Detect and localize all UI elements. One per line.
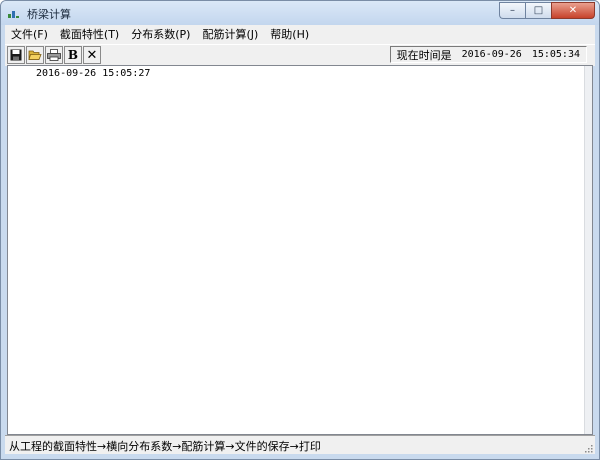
menu-file[interactable]: 文件(F) xyxy=(5,25,54,44)
window-title: 桥梁计算 xyxy=(27,8,71,21)
delete-button[interactable]: ✕ xyxy=(83,46,101,64)
menu-bar: 文件(F) 截面特性(T) 分布系数(P) 配筋计算(J) 帮助(H) xyxy=(5,25,595,44)
log-line: 2016-09-26 15:05:27 xyxy=(36,68,151,79)
print-button[interactable] xyxy=(45,46,63,64)
bold-icon: B xyxy=(67,48,79,62)
menu-reinforcement-calculation[interactable]: 配筋计算(J) xyxy=(196,25,264,44)
status-bar: 从工程的截面特性→横向分布系数→配筋计算→文件的保存→打印 xyxy=(5,435,595,454)
clock-label: 现在时间是 xyxy=(396,48,452,62)
menu-distribution-coefficient[interactable]: 分布系数(P) xyxy=(125,25,196,44)
app-icon xyxy=(8,11,19,18)
close-button[interactable]: ✕ xyxy=(551,2,595,19)
clock-date: 2016-09-26 xyxy=(461,49,522,60)
close-icon: ✕ xyxy=(568,5,578,16)
bold-button[interactable]: B xyxy=(64,46,82,64)
vertical-scrollbar[interactable] xyxy=(584,66,592,434)
print-icon xyxy=(47,49,61,61)
minimize-button[interactable]: – xyxy=(499,2,525,19)
save-icon xyxy=(10,49,22,61)
save-button[interactable] xyxy=(7,46,25,64)
minimize-icon: – xyxy=(510,5,515,16)
menu-help[interactable]: 帮助(H) xyxy=(264,25,315,44)
resize-grip-icon[interactable] xyxy=(583,443,593,453)
caption-buttons: – □ ✕ xyxy=(499,2,595,19)
clock-display: 现在时间是 2016-09-26 15:05:34 xyxy=(389,46,587,63)
main-window: 桥梁计算 – □ ✕ 文件(F) 截面特性(T) 分布系数(P) 配筋计算(J)… xyxy=(0,0,600,460)
maximize-icon: □ xyxy=(533,5,544,16)
open-folder-icon xyxy=(28,50,42,60)
menu-section-properties[interactable]: 截面特性(T) xyxy=(54,25,125,44)
open-button[interactable] xyxy=(26,46,44,64)
toolbar: B ✕ 现在时间是 2016-09-26 15:05:34 xyxy=(5,44,595,66)
close-x-icon: ✕ xyxy=(86,47,98,63)
document-area[interactable]: 2016-09-26 15:05:27 xyxy=(7,65,593,435)
clock-time: 15:05:34 xyxy=(531,49,580,60)
title-bar[interactable]: 桥梁计算 – □ ✕ xyxy=(1,1,599,25)
maximize-button[interactable]: □ xyxy=(525,2,551,19)
status-text: 从工程的截面特性→横向分布系数→配筋计算→文件的保存→打印 xyxy=(9,440,321,453)
